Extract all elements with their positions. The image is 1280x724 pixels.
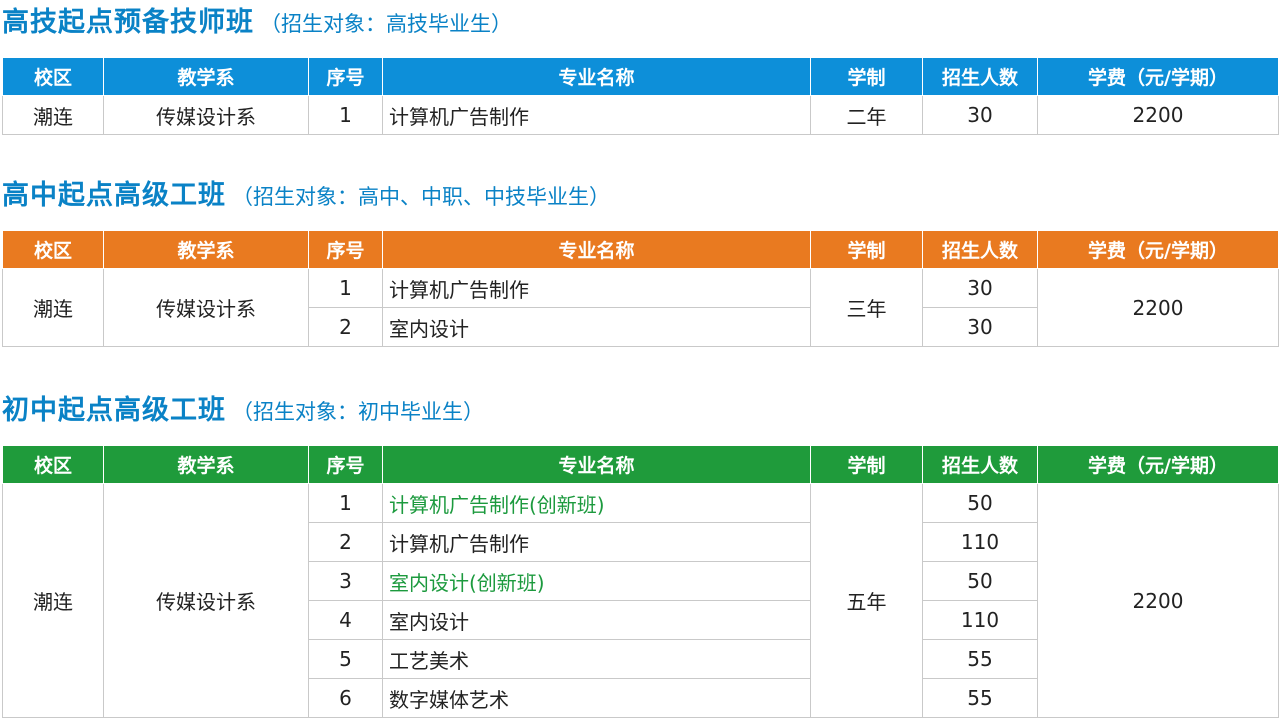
number-cell: 2 (308, 307, 383, 347)
section-heading: 高技起点预备技师班 (2, 7, 254, 38)
number-cell: 1 (308, 483, 383, 523)
header-campus: 校区 (2, 230, 104, 269)
table-row: 潮连 传媒设计系 1 计算机广告制作 三年 30 2200 (2, 268, 1279, 347)
header-enrollment: 招生人数 (922, 230, 1038, 269)
number-cell: 6 (308, 678, 383, 718)
major-cell: 数字媒体艺术 (382, 678, 811, 718)
campus-cell: 潮连 (2, 95, 104, 135)
duration-cell: 五年 (810, 483, 923, 718)
header-department: 教学系 (103, 57, 309, 96)
header-tuition: 学费（元/学期） (1037, 230, 1279, 269)
major-cell: 计算机广告制作 (382, 95, 811, 135)
enrollment-cell: 55 (922, 678, 1038, 718)
header-enrollment: 招生人数 (922, 445, 1038, 484)
number-cell: 1 (308, 95, 383, 135)
tuition-cell: 2200 (1037, 268, 1279, 347)
enrollment-cell: 50 (922, 483, 1038, 523)
department-cell: 传媒设计系 (103, 95, 309, 135)
enrollment-table-3: 校区 教学系 序号 专业名称 学制 招生人数 学费（元/学期） 潮连 传媒设计系… (2, 445, 1279, 718)
header-enrollment: 招生人数 (922, 57, 1038, 96)
enrollment-cell: 55 (922, 639, 1038, 679)
duration-cell: 三年 (810, 268, 923, 347)
enrollment-cell: 110 (922, 522, 1038, 562)
enrollment-cell: 50 (922, 561, 1038, 601)
section-heading: 初中起点高级工班 (2, 395, 226, 426)
enrollment-cell: 30 (922, 307, 1038, 347)
major-cell-innovation: 计算机广告制作(创新班) (382, 483, 811, 523)
campus-cell: 潮连 (2, 483, 104, 718)
section-title-3: 初中起点高级工班 （招生对象：初中毕业生） (2, 388, 484, 427)
number-cell: 5 (308, 639, 383, 679)
number-cell: 2 (308, 522, 383, 562)
enrollment-cell: 30 (922, 268, 1038, 308)
section-title-1: 高技起点预备技师班 （招生对象：高技毕业生） (2, 0, 512, 39)
major-cell: 工艺美术 (382, 639, 811, 679)
number-cell: 1 (308, 268, 383, 308)
enrollment-cell: 110 (922, 600, 1038, 640)
enrollment-table-1: 校区 教学系 序号 专业名称 学制 招生人数 学费（元/学期） 潮连 传媒设计系… (2, 57, 1279, 135)
enrollment-cell: 30 (922, 95, 1038, 135)
number-cell: 4 (308, 600, 383, 640)
header-campus: 校区 (2, 445, 104, 484)
duration-cell: 二年 (810, 95, 923, 135)
tuition-cell: 2200 (1037, 95, 1279, 135)
table-header-row: 校区 教学系 序号 专业名称 学制 招生人数 学费（元/学期） (2, 57, 1279, 96)
number-cell: 3 (308, 561, 383, 601)
table-header-row: 校区 教学系 序号 专业名称 学制 招生人数 学费（元/学期） (2, 445, 1279, 484)
section-subtitle: （招生对象：高中、中职、中技毕业生） (232, 185, 610, 209)
major-cell: 计算机广告制作 (382, 268, 811, 308)
header-tuition: 学费（元/学期） (1037, 445, 1279, 484)
section-title-2: 高中起点高级工班 （招生对象：高中、中职、中技毕业生） (2, 173, 610, 212)
header-campus: 校区 (2, 57, 104, 96)
major-cell-innovation: 室内设计(创新班) (382, 561, 811, 601)
header-department: 教学系 (103, 230, 309, 269)
campus-cell: 潮连 (2, 268, 104, 347)
header-duration: 学制 (810, 230, 923, 269)
header-duration: 学制 (810, 57, 923, 96)
header-major: 专业名称 (382, 57, 811, 96)
enrollment-table-2: 校区 教学系 序号 专业名称 学制 招生人数 学费（元/学期） 潮连 传媒设计系… (2, 230, 1279, 347)
table-header-row: 校区 教学系 序号 专业名称 学制 招生人数 学费（元/学期） (2, 230, 1279, 269)
tuition-cell: 2200 (1037, 483, 1279, 718)
header-number: 序号 (308, 445, 383, 484)
header-number: 序号 (308, 230, 383, 269)
table-row: 潮连 传媒设计系 1 计算机广告制作(创新班) 五年 50 2200 (2, 483, 1279, 718)
major-cell: 室内设计 (382, 600, 811, 640)
header-major: 专业名称 (382, 230, 811, 269)
section-subtitle: （招生对象：高技毕业生） (260, 12, 512, 36)
major-cell: 室内设计 (382, 307, 811, 347)
header-department: 教学系 (103, 445, 309, 484)
header-number: 序号 (308, 57, 383, 96)
department-cell: 传媒设计系 (103, 483, 309, 718)
section-subtitle: （招生对象：初中毕业生） (232, 400, 484, 424)
header-duration: 学制 (810, 445, 923, 484)
table-row: 潮连 传媒设计系 1 计算机广告制作 二年 30 2200 (2, 95, 1279, 135)
major-cell: 计算机广告制作 (382, 522, 811, 562)
header-tuition: 学费（元/学期） (1037, 57, 1279, 96)
department-cell: 传媒设计系 (103, 268, 309, 347)
header-major: 专业名称 (382, 445, 811, 484)
section-heading: 高中起点高级工班 (2, 180, 226, 211)
